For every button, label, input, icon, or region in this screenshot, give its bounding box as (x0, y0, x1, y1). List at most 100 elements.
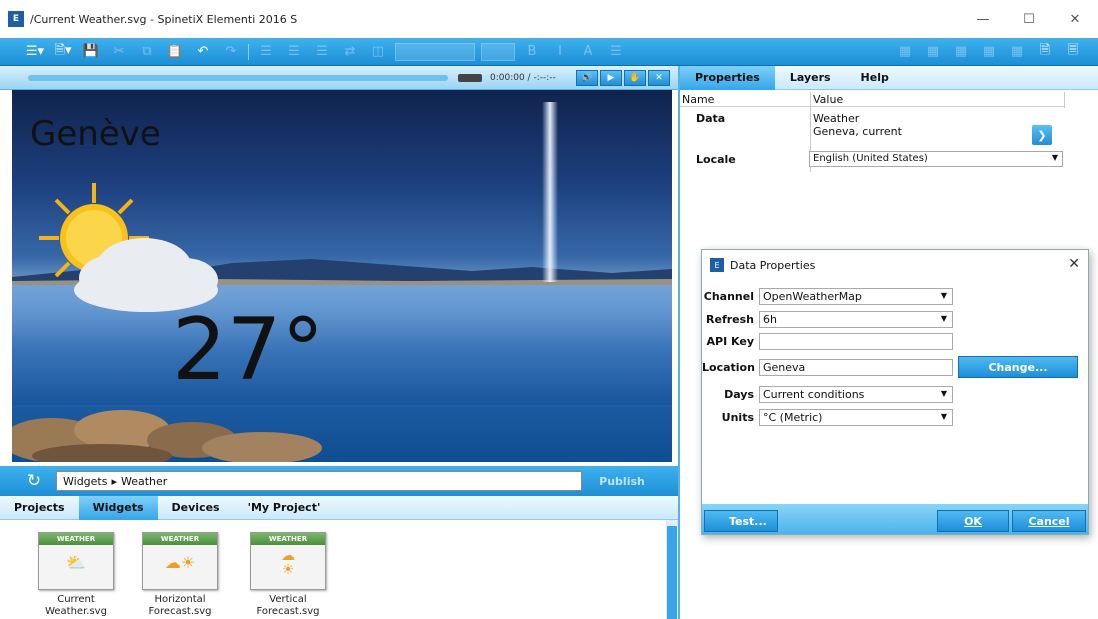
new-file-button[interactable]: 🗎▾ (52, 42, 74, 62)
api-key-field[interactable] (759, 333, 953, 350)
copy-button[interactable]: ⧉ (136, 42, 158, 62)
undo-button[interactable]: ↶ (192, 42, 214, 62)
chevron-down-icon: ▼ (1051, 153, 1058, 162)
api-key-label: API Key (706, 335, 754, 348)
ok-button-label: OK (964, 514, 982, 528)
change-location-button[interactable]: Change... (958, 356, 1078, 378)
window-title: /Current Weather.svg - SpinetiX Elementi… (30, 12, 298, 26)
widget-horizontal-forecast[interactable]: WEATHER ☁☀ Horizontal Forecast.svg (136, 532, 224, 618)
italic-button[interactable]: I (549, 42, 571, 62)
ok-button[interactable]: OK (937, 510, 1009, 532)
widget-label: Vertical Forecast.svg (256, 594, 320, 617)
align-left-button[interactable]: ☰ (255, 42, 277, 62)
refresh-select[interactable]: 6h ▼ (759, 311, 953, 328)
save-button[interactable]: 💾 (80, 42, 102, 62)
chevron-down-icon: ▼ (940, 314, 947, 323)
menu-button[interactable]: ☰▾ (24, 42, 46, 62)
location-label: Location (702, 361, 755, 374)
bottom-tab-bar: Projects Widgets Devices 'My Project' (0, 495, 678, 520)
property-name-locale: Locale (696, 153, 736, 166)
text-align-button[interactable]: ☰ (605, 42, 627, 62)
breadcrumb-item[interactable]: Widgets (63, 475, 107, 488)
align-right-button[interactable]: ☰ (311, 42, 333, 62)
property-value-data[interactable]: Weather Geneva, current (813, 112, 902, 138)
breadcrumb-item[interactable]: Weather (121, 475, 167, 488)
refresh-icon[interactable]: ↻ (24, 471, 44, 491)
chevron-down-icon: ▼ (940, 291, 947, 300)
locale-select[interactable]: English (United States) ▼ (809, 151, 1063, 167)
units-select[interactable]: °C (Metric) ▼ (759, 409, 953, 426)
days-label: Days (724, 388, 754, 401)
close-icon[interactable]: ✕ (1052, 0, 1098, 38)
text-color-button[interactable]: A (577, 42, 599, 62)
font-select[interactable] (395, 42, 475, 61)
widget-browser: WEATHER ⛅ Current Weather.svg WEATHER ☁☀… (0, 520, 666, 619)
weather-icon: ☁☀ (281, 548, 295, 578)
bold-button[interactable]: B (521, 42, 543, 62)
tool-button-3[interactable]: ▦ (950, 42, 972, 62)
tab-properties[interactable]: Properties (680, 65, 775, 90)
foreground-rocks (12, 410, 322, 462)
dialog-body: Channel OpenWeatherMap ▼ Refresh 6h ▼ AP… (702, 280, 1088, 504)
tab-layers[interactable]: Layers (775, 66, 846, 90)
tab-widgets[interactable]: Widgets (78, 495, 158, 520)
timecode: 0:00:00 / -:--:-- (490, 72, 556, 83)
font-size-select[interactable] (481, 42, 515, 61)
tool-button-5[interactable]: ▦ (1006, 42, 1028, 62)
preview-canvas[interactable]: Genève 27° (12, 90, 672, 462)
document-icon[interactable]: 🗎 (1034, 42, 1056, 62)
minimize-icon[interactable]: — (960, 0, 1006, 38)
widget-thumbnail-header: WEATHER (39, 533, 113, 545)
widget-vertical-forecast[interactable]: WEATHER ☁ ☀ Vertical Forecast.svg (240, 532, 336, 618)
tool-button-4[interactable]: ▦ (978, 42, 1000, 62)
tool-button-2[interactable]: ▦ (922, 42, 944, 62)
dialog-title: Data Properties (730, 258, 816, 272)
breadcrumb[interactable]: Widgets ▸ Weather (56, 471, 582, 491)
weather-icon: ⛅ (66, 553, 86, 572)
refresh-label: Refresh (706, 313, 754, 326)
breadcrumb-separator-icon: ▸ (111, 474, 117, 488)
rss-icon[interactable]: ❯ (1032, 125, 1052, 145)
widget-scrollbar-thumb[interactable] (667, 526, 677, 619)
temperature-value: 27° (172, 300, 325, 400)
paste-button[interactable]: 📋 (164, 42, 186, 62)
tool-button-1[interactable]: ▦ (894, 42, 916, 62)
align-center-button[interactable]: ☰ (283, 42, 305, 62)
tab-my-project[interactable]: 'My Project' (234, 496, 335, 520)
window-controls: — ☐ ✕ (960, 0, 1098, 38)
maximize-icon[interactable]: ☐ (1006, 0, 1052, 38)
app-icon: E (710, 258, 724, 272)
test-button[interactable]: Test... (704, 510, 778, 532)
app-icon: E (8, 11, 24, 27)
play-icon[interactable]: ▶ (600, 69, 622, 86)
close-icon[interactable]: ✕ (1068, 256, 1080, 272)
widget-thumbnail: WEATHER ☁☀ (250, 532, 326, 590)
stop-indicator (458, 73, 482, 82)
location-field[interactable]: Geneva (759, 359, 953, 376)
tab-devices[interactable]: Devices (158, 496, 234, 520)
cancel-button-label: Cancel (1028, 514, 1070, 528)
widget-thumbnail: WEATHER ⛅ (38, 532, 114, 590)
distribute-button[interactable]: ⇄ (339, 42, 361, 62)
breadcrumb-bar: ↻ Widgets ▸ Weather Publish (0, 466, 678, 496)
hand-icon[interactable]: ✋ (624, 69, 646, 86)
days-select[interactable]: Current conditions ▼ (759, 386, 953, 403)
property-grid-header: Name Value (680, 92, 1064, 107)
tab-projects[interactable]: Projects (0, 496, 79, 520)
publish-button[interactable]: Publish (594, 471, 650, 491)
channel-select[interactable]: OpenWeatherMap ▼ (759, 288, 953, 305)
document-alt-icon[interactable]: 🗏 (1062, 42, 1084, 62)
volume-icon[interactable]: 🔊 (576, 69, 598, 86)
playback-track[interactable] (28, 74, 448, 81)
widget-thumbnail-header: WEATHER (251, 533, 325, 545)
cancel-button[interactable]: Cancel (1012, 510, 1086, 532)
arrange-button[interactable]: ◫ (367, 42, 389, 62)
redo-button[interactable]: ↷ (220, 42, 242, 62)
widget-label: Horizontal Forecast.svg (148, 594, 212, 617)
cut-button[interactable]: ✂ (108, 42, 130, 62)
column-name-header: Name (682, 93, 715, 106)
tab-help[interactable]: Help (846, 66, 904, 90)
close-preview-icon[interactable]: ✕ (648, 69, 670, 86)
widget-current-weather[interactable]: WEATHER ⛅ Current Weather.svg (32, 532, 120, 618)
main-toolbar: ☰▾ 🗎▾ 💾 ✂ ⧉ 📋 ↶ ↷ ☰ ☰ ☰ ⇄ ◫ B I A ☰ ▦ ▦ … (0, 38, 1098, 66)
